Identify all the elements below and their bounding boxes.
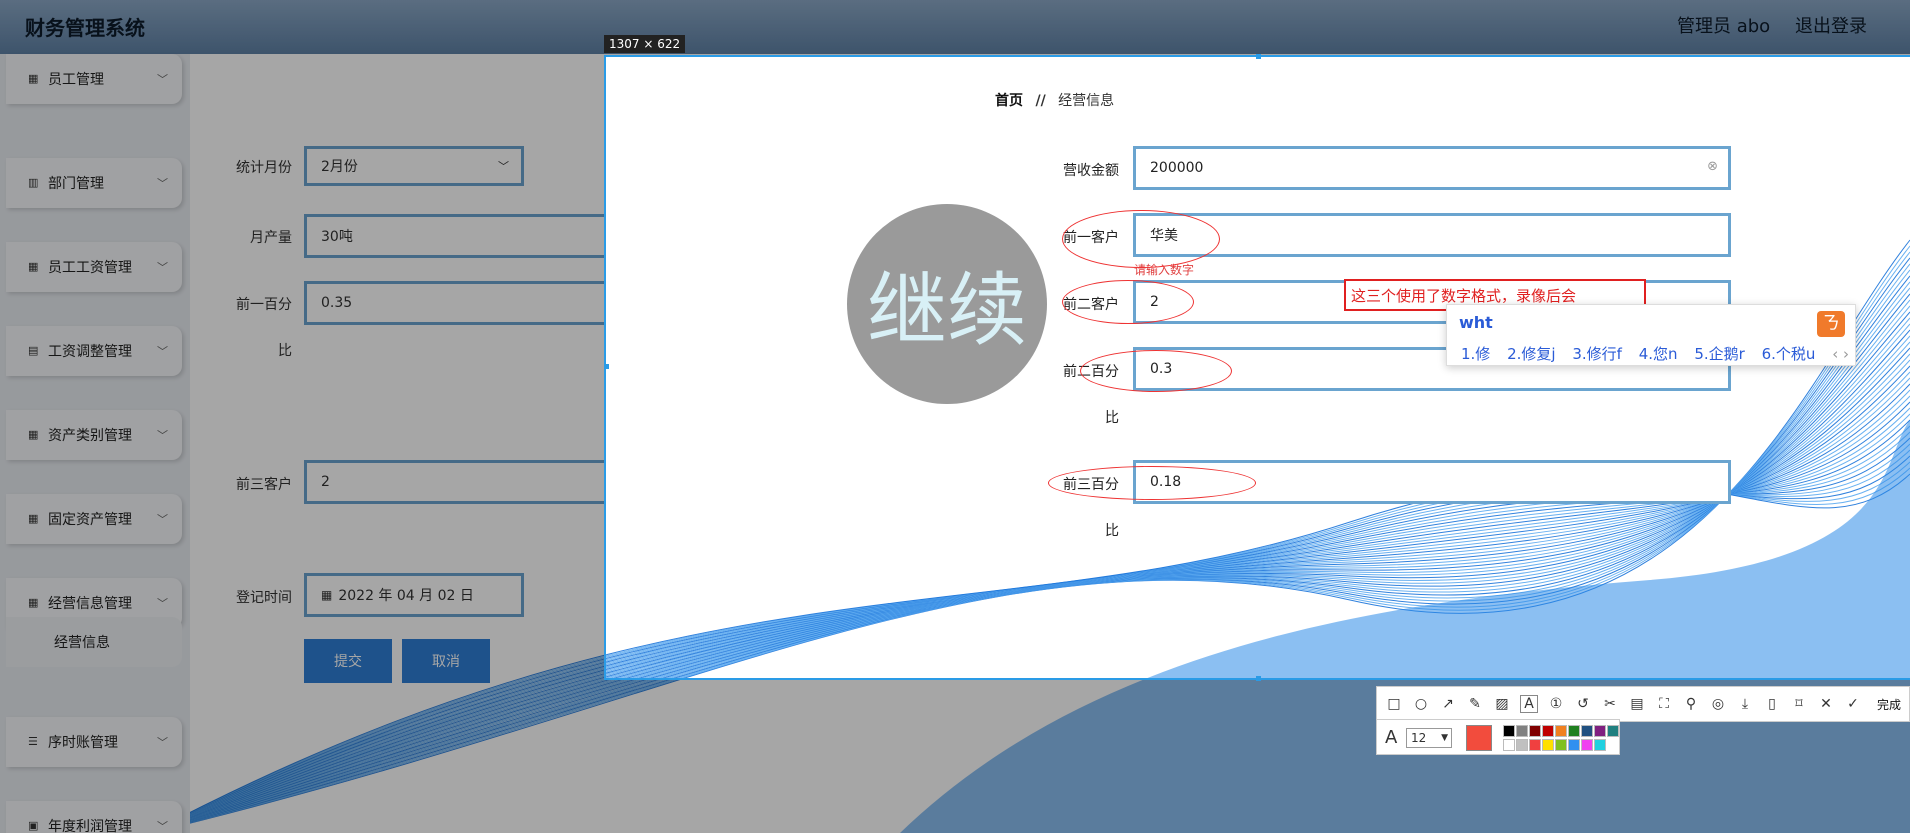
annotation-ellipse [1062, 210, 1220, 268]
save-icon[interactable]: ▯ [1763, 696, 1781, 712]
bookmark-icon[interactable]: ⌑ [1790, 696, 1808, 712]
pen-tool-icon[interactable]: ✎ [1466, 696, 1484, 712]
resize-handle[interactable] [604, 364, 609, 369]
annotation-ellipse [1062, 280, 1194, 324]
annotation-ellipse [1080, 350, 1232, 392]
color-swatch[interactable] [1529, 739, 1541, 751]
revenue-label: 营收金额 [1063, 163, 1119, 179]
breadcrumb-home[interactable]: 首页 [995, 93, 1023, 109]
current-color[interactable] [1466, 725, 1492, 751]
ime-candidate[interactable]: 5.企鹅r [1694, 345, 1744, 363]
rectangle-tool-icon[interactable]: □ [1385, 696, 1403, 712]
expand-icon[interactable]: ⛶ [1655, 696, 1673, 712]
breadcrumb-current: 经营信息 [1058, 93, 1115, 109]
text-tool-icon[interactable]: A [1520, 695, 1538, 713]
revenue-value: 200000 [1150, 160, 1204, 176]
color-swatch[interactable] [1542, 725, 1554, 737]
ocr-icon[interactable]: ▤ [1628, 696, 1646, 712]
top3-pct-label-suffix: 比 [1105, 523, 1119, 539]
color-swatch[interactable] [1503, 725, 1515, 737]
ellipse-tool-icon[interactable]: ○ [1412, 696, 1430, 712]
ime-candidate[interactable]: 3.修行f [1572, 345, 1622, 363]
ime-page-arrows-icon[interactable]: ‹ › [1832, 345, 1849, 363]
color-swatch[interactable] [1529, 725, 1541, 737]
top2-pct-label-suffix: 比 [1105, 410, 1119, 426]
top1-input[interactable]: 华美 [1133, 213, 1731, 257]
color-swatch[interactable] [1581, 739, 1593, 751]
color-swatch[interactable] [1581, 725, 1593, 737]
color-swatch[interactable] [1516, 725, 1528, 737]
ime-candidate-list: 1.修 2.修复j 3.修行f 4.您n 5.企鹅r 6.个税u ‹ › [1461, 343, 1861, 364]
number-tool-icon[interactable]: ① [1547, 696, 1565, 712]
color-swatch[interactable] [1516, 739, 1528, 751]
resize-handle[interactable] [1256, 676, 1261, 681]
color-swatch[interactable] [1594, 725, 1606, 737]
capture-size-label: 1307 × 622 [604, 35, 686, 53]
annotation-ellipse [1048, 466, 1256, 500]
color-swatch[interactable] [1503, 739, 1515, 751]
ime-candidate[interactable]: 1.修 [1461, 345, 1490, 363]
ime-logo-icon[interactable]: ㄋ [1817, 311, 1845, 337]
revenue-input[interactable]: 200000 ⊗ [1133, 146, 1731, 190]
pin-icon[interactable]: ⚲ [1682, 696, 1700, 712]
download-icon[interactable]: ⤓ [1736, 696, 1754, 712]
screenshot-toolbar: □ ○ ↗ ✎ ▨ A ① ↺ ✂ ▤ ⛶ ⚲ ◎ ⤓ ▯ ⌑ ✕ ✓ 完成 [1376, 686, 1910, 722]
ime-candidate[interactable]: 6.个税u [1762, 345, 1816, 363]
color-swatch[interactable] [1594, 739, 1606, 751]
text-style-toolbar: A 12 ▼ [1376, 719, 1620, 755]
done-button[interactable]: 完成 [1877, 696, 1901, 713]
clear-icon[interactable]: ⊗ [1707, 159, 1718, 174]
font-size-select[interactable]: 12 ▼ [1406, 728, 1452, 748]
undo-icon[interactable]: ↺ [1574, 696, 1592, 712]
color-swatch[interactable] [1555, 725, 1567, 737]
color-swatch[interactable] [1607, 725, 1619, 737]
mosaic-tool-icon[interactable]: ▨ [1493, 696, 1511, 712]
breadcrumb: 首页 // 经营信息 [995, 90, 1114, 110]
scissors-icon[interactable]: ✂ [1601, 696, 1619, 712]
font-size-value: 12 [1411, 731, 1427, 745]
ime-candidate[interactable]: 4.您n [1639, 345, 1678, 363]
ime-candidate-popup: wht ㄋ 1.修 2.修复j 3.修行f 4.您n 5.企鹅r 6.个税u ‹… [1446, 304, 1856, 366]
breadcrumb-separator: // [1035, 93, 1046, 109]
arrow-tool-icon[interactable]: ↗ [1439, 696, 1457, 712]
chevron-down-icon: ▼ [1441, 733, 1448, 743]
color-swatch[interactable] [1568, 725, 1580, 737]
resize-handle[interactable] [1256, 54, 1261, 59]
close-icon[interactable]: ✕ [1817, 696, 1835, 712]
ime-composition: wht [1459, 313, 1493, 332]
check-icon[interactable]: ✓ [1844, 696, 1862, 712]
color-swatch[interactable] [1555, 739, 1567, 751]
ime-candidate[interactable]: 2.修复j [1507, 345, 1555, 363]
continue-button[interactable]: 继续 [847, 204, 1047, 404]
color-swatch[interactable] [1568, 739, 1580, 751]
font-icon: A [1385, 727, 1398, 748]
color-swatch[interactable] [1542, 739, 1554, 751]
record-icon[interactable]: ◎ [1709, 696, 1727, 712]
